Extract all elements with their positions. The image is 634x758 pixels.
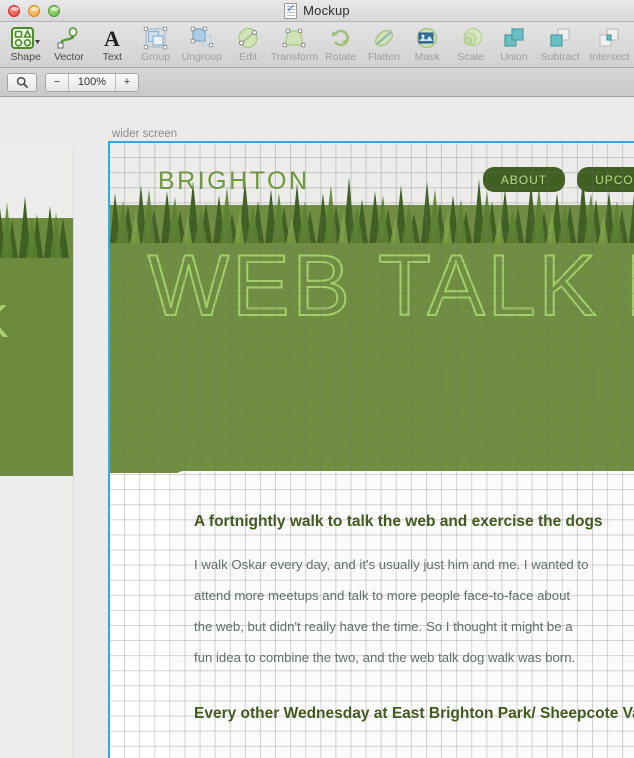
section-paragraph-1: I walk Oskar every day, and it's usually… xyxy=(194,549,588,673)
magnifier-icon xyxy=(16,76,29,89)
paragraph-line: I walk Oskar every day, and it's usually… xyxy=(194,549,588,580)
artboard-left-partial[interactable]: ABOUT UPCOMING WALKS WALK web r xyxy=(0,146,73,758)
section-heading-1: A fortnightly walk to talk the web and e… xyxy=(194,513,603,531)
edit-icon xyxy=(235,25,261,51)
toolbar-item-text[interactable]: A Text xyxy=(91,22,134,68)
toolbar-label: Rotate xyxy=(325,51,356,63)
toolbar-item-shape[interactable]: Shape xyxy=(4,22,47,68)
toolbar-item-subtract[interactable]: Subtract xyxy=(535,22,584,68)
document-icon xyxy=(284,3,297,19)
toolbar-label: Text xyxy=(103,51,122,63)
subtract-icon xyxy=(547,25,573,51)
toolbar-label: Mask xyxy=(415,51,440,63)
paragraph-line: fun idea to combine the two, and the web… xyxy=(194,642,588,673)
mask-icon xyxy=(414,25,440,51)
artboard-wider-screen[interactable]: BRIGHTON ABOUT UPCOMING WALKS WEB TALK D… xyxy=(110,143,634,758)
design-canvas[interactable]: ABOUT UPCOMING WALKS WALK web r xyxy=(0,98,634,758)
zoom-control: − 100% + xyxy=(45,73,139,92)
toolbar-label: Union xyxy=(500,51,527,63)
toolbar-label: Shape xyxy=(10,51,40,63)
toolbar-label: Edit xyxy=(239,51,257,63)
window-title-group: Mockup xyxy=(0,0,634,21)
toolbar-item-mask[interactable]: Mask xyxy=(406,22,449,68)
artboard-label[interactable]: wider screen xyxy=(112,128,177,140)
text-icon: A xyxy=(100,25,124,51)
rotate-icon xyxy=(328,25,354,51)
artboard-content: BRIGHTON ABOUT UPCOMING WALKS WEB TALK D… xyxy=(110,143,634,758)
toolbar-label: Vector xyxy=(54,51,84,63)
toolbar-item-transform[interactable]: Transform xyxy=(270,22,319,68)
zoom-in-button[interactable]: + xyxy=(115,74,138,91)
main-toolbar: Shape Vector A Text xyxy=(0,22,634,68)
mockup-hero: BRIGHTON ABOUT UPCOMING WALKS WEB TALK D… xyxy=(110,143,634,473)
maximize-button[interactable] xyxy=(48,5,60,17)
flatten-icon xyxy=(371,25,397,51)
toolbar-item-group[interactable]: Group xyxy=(134,22,177,68)
mockup-brand: BRIGHTON xyxy=(158,167,310,196)
toolbar-label: Scale xyxy=(457,51,483,63)
zoom-level-value[interactable]: 100% xyxy=(69,74,115,91)
group-icon xyxy=(142,25,170,51)
toolbar-label: Subtract xyxy=(541,51,580,63)
intersect-icon xyxy=(596,25,622,51)
paragraph-line: attend more meetups and talk to more peo… xyxy=(194,580,588,611)
zoom-out-button[interactable]: − xyxy=(46,74,69,91)
section-heading-2: Every other Wednesday at East Brighton P… xyxy=(194,699,634,729)
toolbar-item-rotate[interactable]: Rotate xyxy=(319,22,362,68)
toolbar-item-vector[interactable]: Vector xyxy=(47,22,90,68)
toolbar-label: Intersect xyxy=(589,51,629,63)
zoom-toolbar: − 100% + xyxy=(0,68,634,97)
window-title: Mockup xyxy=(303,3,350,18)
toolbar-label: Group xyxy=(141,51,170,63)
grass-silhouette-icon xyxy=(0,188,73,258)
app-window: Mockup Shape xyxy=(0,0,634,758)
vector-pen-icon xyxy=(56,25,82,51)
minimize-button[interactable] xyxy=(28,5,40,17)
traffic-lights xyxy=(8,5,60,17)
paragraph-line: the web, but didn't really have the time… xyxy=(194,611,588,642)
ungroup-icon xyxy=(188,25,216,51)
toolbar-label: Ungroup xyxy=(182,51,222,63)
union-icon xyxy=(501,25,527,51)
svg-text:A: A xyxy=(104,26,120,50)
toolbar-item-edit[interactable]: Edit xyxy=(226,22,269,68)
mockup-nav: ABOUT UPCOMING WALKS xyxy=(483,167,634,192)
scale-icon xyxy=(458,25,484,51)
transform-icon xyxy=(280,25,308,51)
close-button[interactable] xyxy=(8,5,20,17)
toolbar-item-ungroup[interactable]: Ungroup xyxy=(177,22,226,68)
left-hero: ABOUT UPCOMING WALKS WALK xyxy=(0,146,73,476)
search-button[interactable] xyxy=(7,73,37,92)
mockup-hero-title: WEB TALK DOG WALK xyxy=(148,243,634,329)
nav-button-about[interactable]: ABOUT xyxy=(483,167,565,192)
toolbar-item-flatten[interactable]: Flatten xyxy=(362,22,405,68)
shape-icon xyxy=(11,25,41,51)
nav-button-upcoming-walks[interactable]: UPCOMING WALKS xyxy=(577,167,634,192)
window-titlebar: Mockup xyxy=(0,0,634,22)
toolbar-item-scale[interactable]: Scale xyxy=(449,22,492,68)
toolbar-item-intersect[interactable]: Intersect xyxy=(585,22,634,68)
toolbar-label: Transform xyxy=(271,51,318,63)
toolbar-item-union[interactable]: Union xyxy=(492,22,535,68)
mockup-content-card: A fortnightly walk to talk the web and e… xyxy=(172,471,634,758)
left-hero-word: WALK xyxy=(0,294,11,348)
toolbar-label: Flatten xyxy=(368,51,400,63)
